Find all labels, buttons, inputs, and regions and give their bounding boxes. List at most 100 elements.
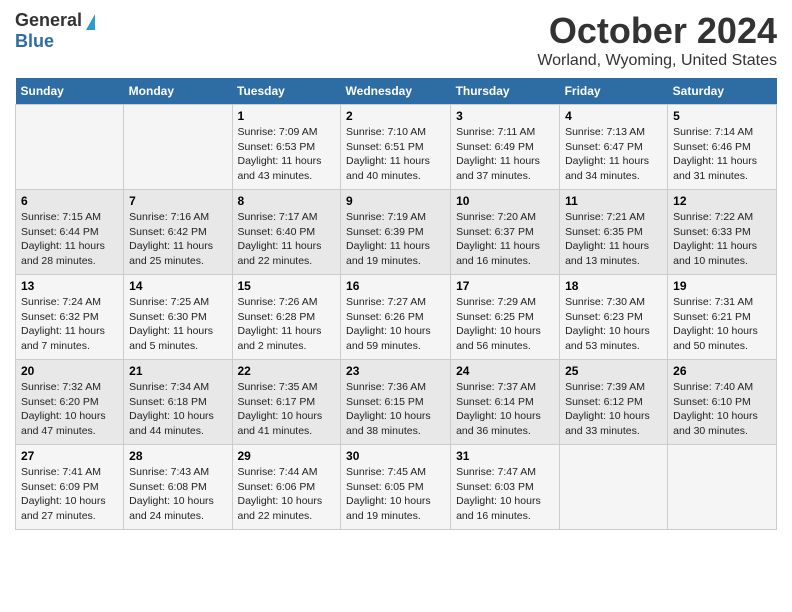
day-cell: 14Sunrise: 7:25 AM Sunset: 6:30 PM Dayli… [124,275,232,360]
calendar-table: SundayMondayTuesdayWednesdayThursdayFrid… [15,78,777,530]
day-cell: 25 Sunrise: 7:39 AM Sunset: 6:12 PM Dayli… [560,360,668,445]
day-number: 29 [238,449,336,463]
day-info: Sunrise: 7:32 AM Sunset: 6:20 PM Dayligh… [21,380,118,439]
day-info: Sunrise: 7:41 AM Sunset: 6:09 PM Dayligh… [21,465,118,524]
day-cell: 23 Sunrise: 7:36 AM Sunset: 6:15 PM Dayli… [341,360,451,445]
day-info: Sunrise: 7:39 AM Sunset: 6:12 PM Dayligh… [565,380,662,439]
day-cell: 16 Sunrise: 7:27 AM Sunset: 6:26 PM Dayli… [341,275,451,360]
page-header: General Blue October 2024 Worland, Wyomi… [15,10,777,70]
calendar-header: SundayMondayTuesdayWednesdayThursdayFrid… [16,78,777,105]
day-number: 20 [21,364,118,378]
week-row-2: 6 Sunrise: 7:15 AM Sunset: 6:44 PM Daylig… [16,190,777,275]
day-number: 14 [129,279,226,293]
day-cell: 8Sunrise: 7:17 AM Sunset: 6:40 PM Daylig… [232,190,341,275]
day-info: Sunrise: 7:37 AM Sunset: 6:14 PM Dayligh… [456,380,554,439]
day-info: Sunrise: 7:15 AM Sunset: 6:44 PM Dayligh… [21,210,118,269]
day-info: Sunrise: 7:21 AM Sunset: 6:35 PM Dayligh… [565,210,662,269]
day-cell: 9 Sunrise: 7:19 AM Sunset: 6:39 PM Daylig… [341,190,451,275]
day-cell: 2 Sunrise: 7:10 AM Sunset: 6:51 PM Daylig… [341,105,451,190]
month-title: October 2024 [537,10,777,52]
logo-general: General [15,10,82,31]
day-cell [668,445,777,530]
day-info: Sunrise: 7:31 AM Sunset: 6:21 PM Dayligh… [673,295,771,354]
day-info: Sunrise: 7:35 AM Sunset: 6:17 PM Dayligh… [238,380,336,439]
calendar-body: 1Sunrise: 7:09 AM Sunset: 6:53 PM Daylig… [16,105,777,530]
day-cell: 24Sunrise: 7:37 AM Sunset: 6:14 PM Dayli… [451,360,560,445]
day-info: Sunrise: 7:30 AM Sunset: 6:23 PM Dayligh… [565,295,662,354]
day-cell: 21 Sunrise: 7:34 AM Sunset: 6:18 PM Dayli… [124,360,232,445]
day-info: Sunrise: 7:10 AM Sunset: 6:51 PM Dayligh… [346,125,445,184]
day-info: Sunrise: 7:36 AM Sunset: 6:15 PM Dayligh… [346,380,445,439]
day-cell: 12Sunrise: 7:22 AM Sunset: 6:33 PM Dayli… [668,190,777,275]
header-row: SundayMondayTuesdayWednesdayThursdayFrid… [16,78,777,105]
day-cell: 19 Sunrise: 7:31 AM Sunset: 6:21 PM Dayli… [668,275,777,360]
day-number: 4 [565,109,662,123]
header-cell-friday: Friday [560,78,668,105]
day-cell: 15 Sunrise: 7:26 AM Sunset: 6:28 PM Dayli… [232,275,341,360]
day-cell [16,105,124,190]
day-info: Sunrise: 7:16 AM Sunset: 6:42 PM Dayligh… [129,210,226,269]
day-number: 5 [673,109,771,123]
day-info: Sunrise: 7:13 AM Sunset: 6:47 PM Dayligh… [565,125,662,184]
day-cell: 18 Sunrise: 7:30 AM Sunset: 6:23 PM Dayli… [560,275,668,360]
day-info: Sunrise: 7:26 AM Sunset: 6:28 PM Dayligh… [238,295,336,354]
day-cell: 7Sunrise: 7:16 AM Sunset: 6:42 PM Daylig… [124,190,232,275]
day-cell [124,105,232,190]
day-number: 31 [456,449,554,463]
day-info: Sunrise: 7:20 AM Sunset: 6:37 PM Dayligh… [456,210,554,269]
week-row-3: 13Sunrise: 7:24 AM Sunset: 6:32 PM Dayli… [16,275,777,360]
day-number: 6 [21,194,118,208]
day-info: Sunrise: 7:11 AM Sunset: 6:49 PM Dayligh… [456,125,554,184]
day-number: 11 [565,194,662,208]
day-number: 8 [238,194,336,208]
day-cell: 6 Sunrise: 7:15 AM Sunset: 6:44 PM Daylig… [16,190,124,275]
day-number: 12 [673,194,771,208]
day-number: 21 [129,364,226,378]
day-cell [560,445,668,530]
day-number: 16 [346,279,445,293]
day-info: Sunrise: 7:27 AM Sunset: 6:26 PM Dayligh… [346,295,445,354]
day-cell: 1Sunrise: 7:09 AM Sunset: 6:53 PM Daylig… [232,105,341,190]
day-number: 25 [565,364,662,378]
title-block: October 2024 Worland, Wyoming, United St… [537,10,777,70]
day-number: 3 [456,109,554,123]
day-info: Sunrise: 7:45 AM Sunset: 6:05 PM Dayligh… [346,465,445,524]
day-info: Sunrise: 7:19 AM Sunset: 6:39 PM Dayligh… [346,210,445,269]
day-cell: 10 Sunrise: 7:20 AM Sunset: 6:37 PM Dayli… [451,190,560,275]
day-info: Sunrise: 7:34 AM Sunset: 6:18 PM Dayligh… [129,380,226,439]
day-number: 10 [456,194,554,208]
day-number: 28 [129,449,226,463]
day-info: Sunrise: 7:14 AM Sunset: 6:46 PM Dayligh… [673,125,771,184]
day-cell: 20 Sunrise: 7:32 AM Sunset: 6:20 PM Dayli… [16,360,124,445]
day-cell: 5 Sunrise: 7:14 AM Sunset: 6:46 PM Daylig… [668,105,777,190]
day-cell: 13Sunrise: 7:24 AM Sunset: 6:32 PM Dayli… [16,275,124,360]
day-number: 23 [346,364,445,378]
day-cell: 29 Sunrise: 7:44 AM Sunset: 6:06 PM Dayli… [232,445,341,530]
day-cell: 26 Sunrise: 7:40 AM Sunset: 6:10 PM Dayli… [668,360,777,445]
day-number: 15 [238,279,336,293]
day-info: Sunrise: 7:44 AM Sunset: 6:06 PM Dayligh… [238,465,336,524]
day-number: 27 [21,449,118,463]
day-number: 2 [346,109,445,123]
header-cell-monday: Monday [124,78,232,105]
day-cell: 27 Sunrise: 7:41 AM Sunset: 6:09 PM Dayli… [16,445,124,530]
logo-triangle-icon [86,14,95,30]
logo: General Blue [15,10,95,52]
day-info: Sunrise: 7:24 AM Sunset: 6:32 PM Dayligh… [21,295,118,354]
day-info: Sunrise: 7:40 AM Sunset: 6:10 PM Dayligh… [673,380,771,439]
day-number: 26 [673,364,771,378]
day-number: 9 [346,194,445,208]
logo-blue: Blue [15,31,54,51]
day-cell: 31Sunrise: 7:47 AM Sunset: 6:03 PM Dayli… [451,445,560,530]
day-number: 30 [346,449,445,463]
day-cell: 30 Sunrise: 7:45 AM Sunset: 6:05 PM Dayli… [341,445,451,530]
day-cell: 11 Sunrise: 7:21 AM Sunset: 6:35 PM Dayli… [560,190,668,275]
day-cell: 28Sunrise: 7:43 AM Sunset: 6:08 PM Dayli… [124,445,232,530]
day-number: 17 [456,279,554,293]
week-row-1: 1Sunrise: 7:09 AM Sunset: 6:53 PM Daylig… [16,105,777,190]
day-cell: 3 Sunrise: 7:11 AM Sunset: 6:49 PM Daylig… [451,105,560,190]
day-number: 19 [673,279,771,293]
day-number: 18 [565,279,662,293]
header-cell-saturday: Saturday [668,78,777,105]
header-cell-wednesday: Wednesday [341,78,451,105]
